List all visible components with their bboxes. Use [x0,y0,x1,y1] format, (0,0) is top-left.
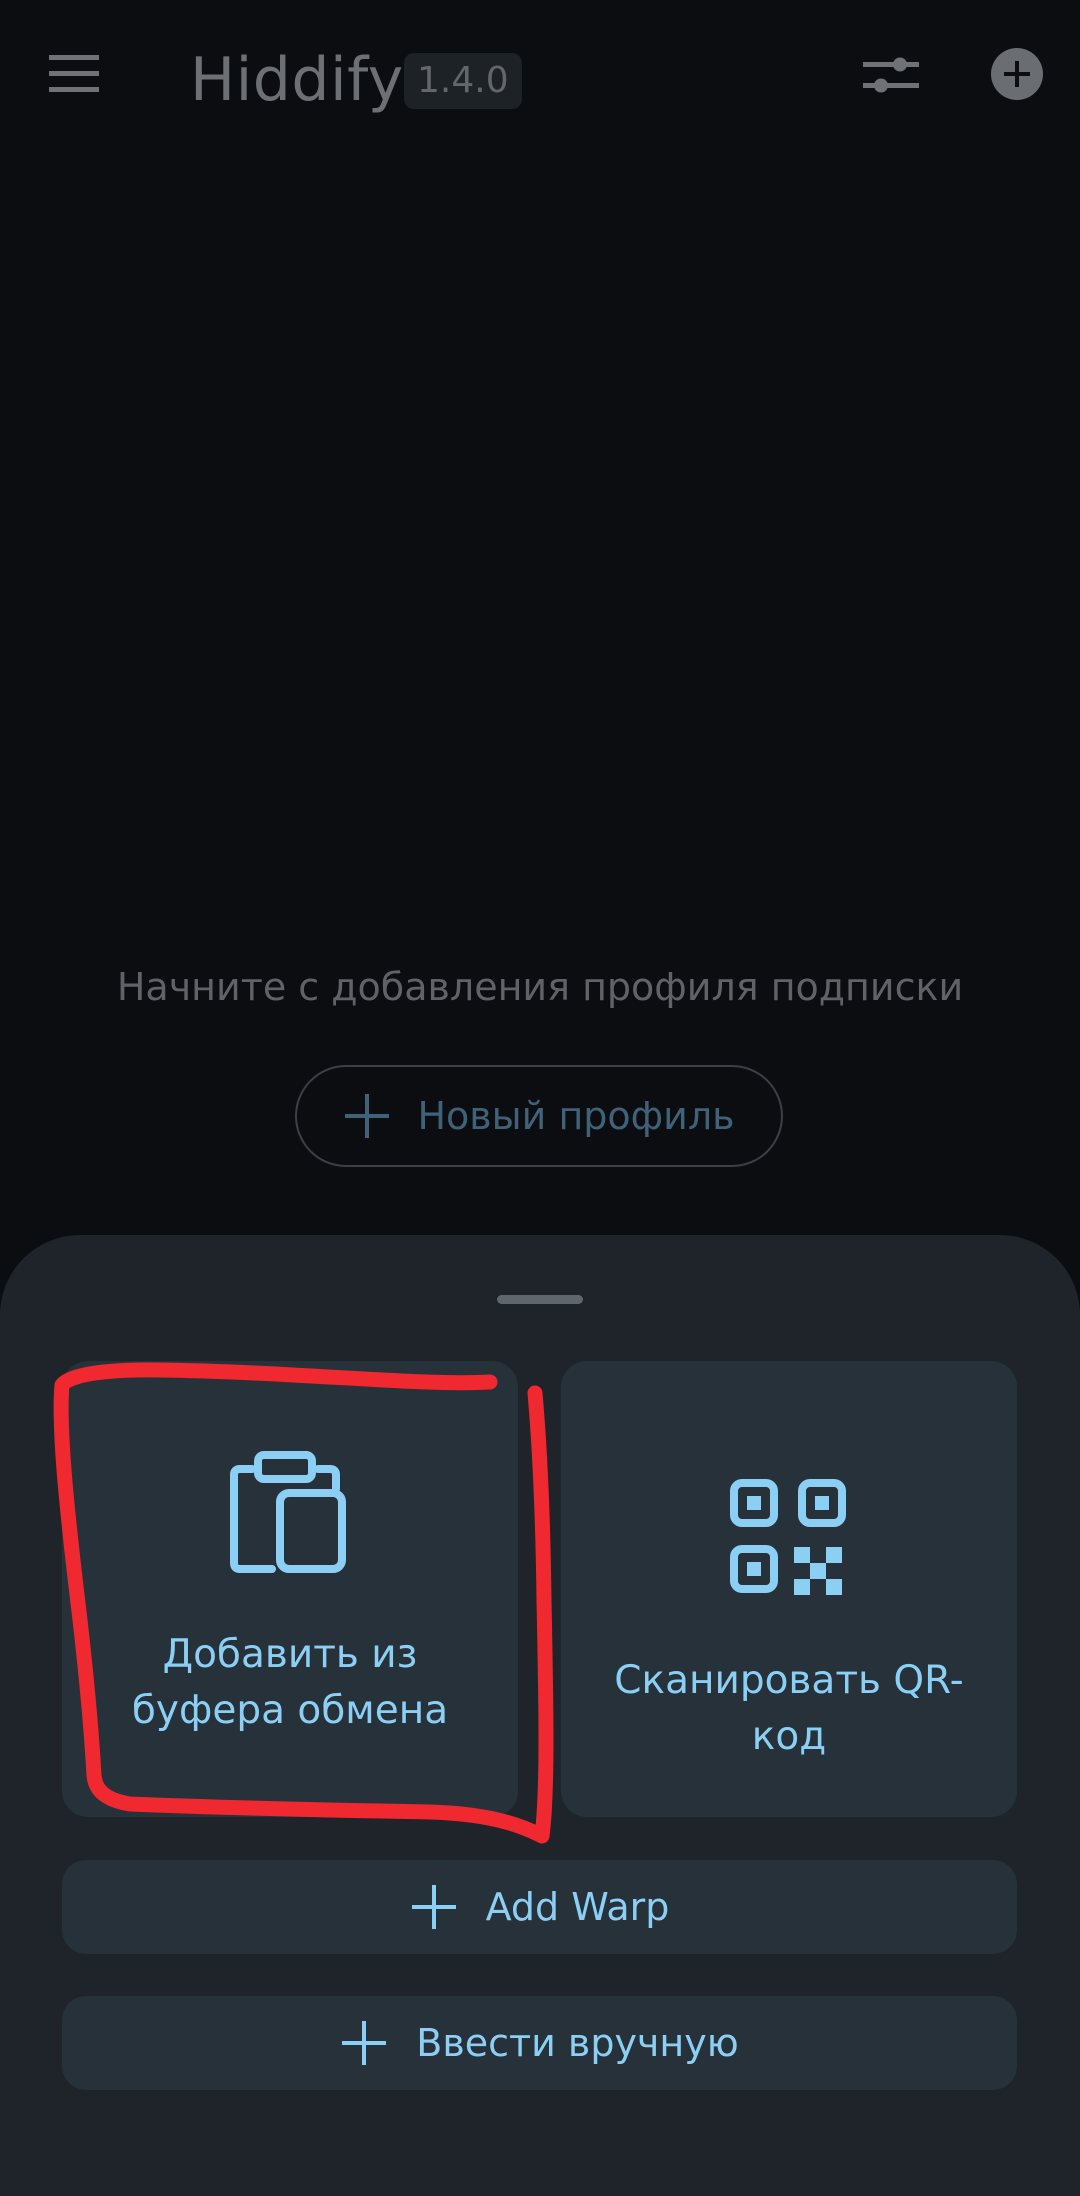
new-profile-label: Новый профиль [417,1094,735,1138]
add-profile-button[interactable] [991,48,1043,100]
clipboard-icon-wrap [62,1449,518,1573]
screen: Hiddify 1.4.0 Начните с добавления профи… [0,0,1080,2196]
filter-button[interactable] [857,45,925,105]
add-from-clipboard-tile[interactable]: Добавить из буфера обмена [62,1361,518,1817]
add-from-clipboard-label: Добавить из буфера обмена [131,1632,449,1733]
clipboard-icon [230,1451,346,1573]
plus-icon [411,1885,456,1929]
menu-icon [49,55,99,92]
app-bar: Hiddify 1.4.0 [0,0,1080,160]
empty-state-message: Начните с добавления профиля подписки [116,965,964,1009]
add-profile-sheet: Добавить из буфера обмена Сканировать QR… [0,1235,1080,2196]
manual-entry-label: Ввести вручную [416,2021,739,2065]
plus-icon [342,2021,387,2065]
manual-entry-button[interactable]: Ввести вручную [62,1996,1017,2090]
menu-button[interactable] [40,45,108,103]
add-circle-icon [1004,61,1030,87]
app-title: Hiddify [190,45,404,115]
qr-code-icon-wrap [561,1479,1017,1595]
scan-qr-tile[interactable]: Сканировать QR-код [561,1361,1017,1817]
version-badge: 1.4.0 [404,53,522,109]
add-warp-button[interactable]: Add Warp [62,1860,1017,1954]
sliders-icon [863,57,919,93]
drag-handle[interactable] [497,1295,583,1304]
add-warp-label: Add Warp [485,1885,670,1929]
scan-qr-label: Сканировать QR-код [614,1658,964,1759]
new-profile-button[interactable]: Новый профиль [295,1065,783,1167]
plus-icon [345,1094,390,1138]
qr-code-icon [730,1479,846,1595]
